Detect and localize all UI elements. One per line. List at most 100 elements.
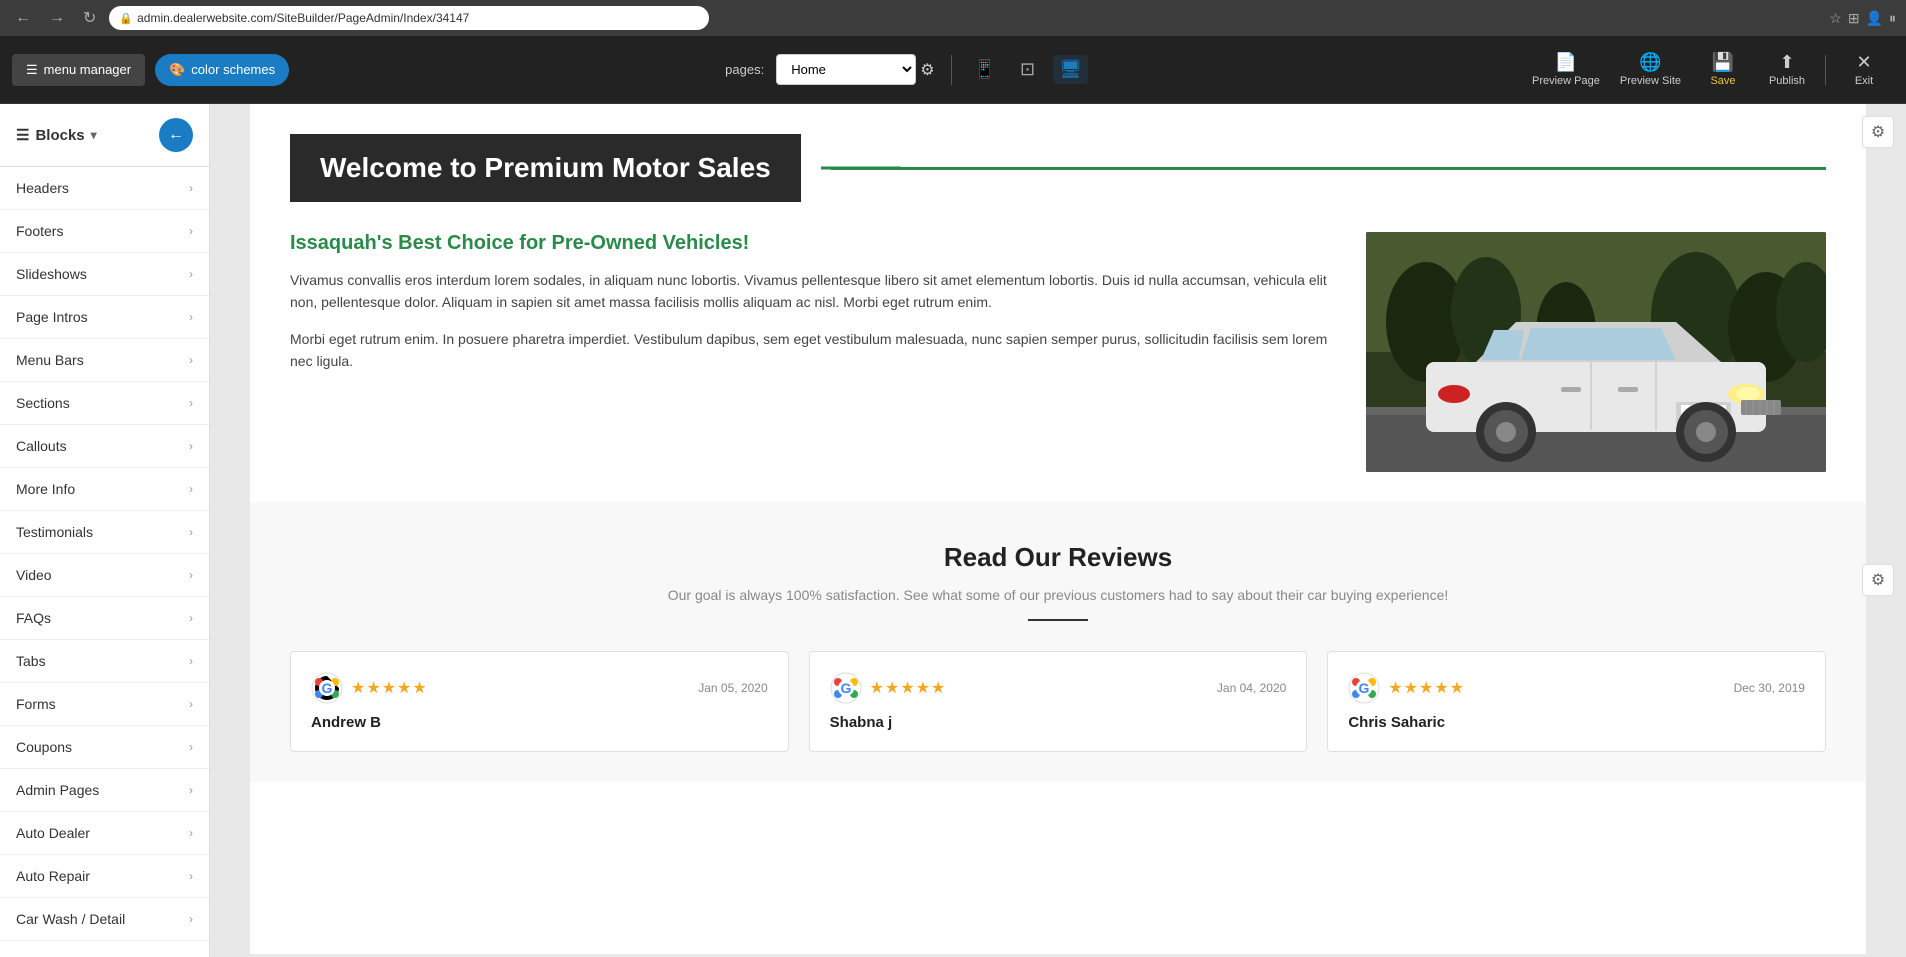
- preview-page-icon: 📄: [1555, 52, 1577, 73]
- sidebar-item-callouts[interactable]: Callouts ›: [0, 425, 209, 468]
- content-settings-button-2[interactable]: ⚙: [1862, 564, 1894, 596]
- chevron-right-icon: ›: [189, 224, 193, 238]
- sidebar-item-label: Auto Dealer: [16, 825, 90, 841]
- sidebar-item-label: Admin Pages: [16, 782, 99, 798]
- svg-text:G: G: [840, 680, 851, 696]
- google-logo-1: G G: [311, 672, 343, 704]
- review-date-2: Jan 04, 2020: [1217, 681, 1286, 695]
- blocks-chevron-icon: ▾: [91, 128, 97, 142]
- pages-label: pages:: [725, 62, 764, 77]
- sidebar-item-auto-body-collision[interactable]: Auto Body / Collision ›: [0, 941, 209, 957]
- sidebar-item-footers[interactable]: Footers ›: [0, 210, 209, 253]
- sidebar-item-more-info[interactable]: More Info ›: [0, 468, 209, 511]
- reviews-divider: [1028, 619, 1088, 621]
- profile-button[interactable]: 👤: [1866, 10, 1883, 27]
- tablet-view-button[interactable]: ⊡: [1014, 55, 1041, 84]
- reviews-section: Read Our Reviews Our goal is always 100%…: [250, 502, 1866, 782]
- toolbar-center: pages: Home ⚙ 📱 ⊡ 🖥: [299, 54, 1514, 85]
- sidebar-item-page-intros[interactable]: Page Intros ›: [0, 296, 209, 339]
- sidebar-item-label: Tabs: [16, 653, 46, 669]
- save-label: Save: [1710, 75, 1735, 87]
- google-logo-2: G: [830, 672, 862, 704]
- sidebar-item-label: FAQs: [16, 610, 51, 626]
- url-text: admin.dealerwebsite.com/SiteBuilder/Page…: [137, 11, 469, 25]
- color-schemes-button[interactable]: 🎨 color schemes: [155, 54, 289, 86]
- separator2: [1825, 55, 1826, 85]
- review-logo-stars-3: G ★★★★★: [1348, 672, 1465, 704]
- extensions-button[interactable]: ⊞: [1848, 10, 1860, 27]
- separator: [951, 55, 952, 85]
- mobile-view-button[interactable]: 📱: [968, 55, 1002, 84]
- browser-chrome: ← → ↻ 🔒 admin.dealerwebsite.com/SiteBuil…: [0, 0, 1906, 36]
- chevron-right-icon: ›: [189, 525, 193, 539]
- blocks-title: ☰ Blocks ▾: [16, 126, 97, 144]
- sidebar-item-coupons[interactable]: Coupons ›: [0, 726, 209, 769]
- sidebar-item-label: Forms: [16, 696, 56, 712]
- sidebar-item-label: Video: [16, 567, 52, 583]
- sidebar-item-label: Car Wash / Detail: [16, 911, 125, 927]
- sidebar-item-menu-bars[interactable]: Menu Bars ›: [0, 339, 209, 382]
- sidebar-item-label: Footers: [16, 223, 63, 239]
- hero-title-bar: Welcome to Premium Motor Sales: [290, 134, 801, 202]
- sidebar-item-forms[interactable]: Forms ›: [0, 683, 209, 726]
- sidebar-item-faqs[interactable]: FAQs ›: [0, 597, 209, 640]
- chevron-right-icon: ›: [189, 181, 193, 195]
- review-header-3: G ★★★★★ Dec 30, 2019: [1348, 672, 1805, 704]
- exit-button[interactable]: ✕ Exit: [1834, 48, 1894, 91]
- sidebar-item-auto-dealer[interactable]: Auto Dealer ›: [0, 812, 209, 855]
- review-card-3: G ★★★★★ Dec 30, 2019 Chris Saharic: [1327, 651, 1826, 752]
- main-layout: ☰ Blocks ▾ ← Headers › Footers › Slidesh…: [0, 104, 1906, 957]
- preview-page-button[interactable]: 📄 Preview Page: [1524, 48, 1608, 91]
- chevron-right-icon: ›: [189, 697, 193, 711]
- chevron-right-icon: ›: [189, 310, 193, 324]
- content-area: ⚙ ⚙ Welcome to Premium Motor Sales Issaq…: [210, 104, 1906, 957]
- sidebar-item-label: Testimonials: [16, 524, 93, 540]
- sidebar-back-button[interactable]: ←: [159, 118, 193, 152]
- editor-toolbar: ☰ menu manager 🎨 color schemes pages: Ho…: [0, 36, 1906, 104]
- chevron-right-icon: ›: [189, 353, 193, 367]
- refresh-nav-button[interactable]: ↻: [78, 6, 101, 30]
- review-header-2: G ★★★★★ Jan 04, 2020: [830, 672, 1287, 704]
- sidebar-item-testimonials[interactable]: Testimonials ›: [0, 511, 209, 554]
- bookmark-button[interactable]: ☆: [1829, 10, 1842, 27]
- preview-site-icon: 🌐: [1639, 52, 1661, 73]
- save-button[interactable]: 💾 Save: [1693, 48, 1753, 91]
- sidebar-item-auto-repair[interactable]: Auto Repair ›: [0, 855, 209, 898]
- page-content: Welcome to Premium Motor Sales Issaquah'…: [250, 104, 1866, 954]
- desktop-view-button[interactable]: 🖥: [1053, 55, 1088, 84]
- google-logo-3: G: [1348, 672, 1380, 704]
- pause-button[interactable]: ⏸: [1889, 10, 1896, 27]
- preview-page-label: Preview Page: [1532, 75, 1600, 87]
- sidebar-item-label: More Info: [16, 481, 75, 497]
- svg-text:G: G: [322, 680, 333, 696]
- hero-text: Issaquah's Best Choice for Pre-Owned Veh…: [290, 232, 1336, 472]
- chevron-right-icon: ›: [189, 826, 193, 840]
- sidebar-item-video[interactable]: Video ›: [0, 554, 209, 597]
- content-settings-button[interactable]: ⚙: [1862, 116, 1894, 148]
- sidebar-item-headers[interactable]: Headers ›: [0, 167, 209, 210]
- menu-manager-button[interactable]: ☰ menu manager: [12, 54, 145, 86]
- preview-site-button[interactable]: 🌐 Preview Site: [1612, 48, 1689, 91]
- pages-settings-button[interactable]: ⚙: [920, 60, 934, 80]
- hero-image-container: 402 KBS: [1366, 232, 1826, 472]
- address-bar[interactable]: 🔒 admin.dealerwebsite.com/SiteBuilder/Pa…: [109, 6, 709, 30]
- sidebar-item-slideshows[interactable]: Slideshows ›: [0, 253, 209, 296]
- reviews-title: Read Our Reviews: [290, 542, 1826, 573]
- hero-car-image: 402 KBS: [1366, 232, 1826, 472]
- pages-dropdown[interactable]: Home: [776, 54, 916, 85]
- sidebar-item-label: Coupons: [16, 739, 72, 755]
- review-card-1: G G ★★★★★: [290, 651, 789, 752]
- publish-button[interactable]: ⬆ Publish: [1757, 48, 1817, 91]
- review-stars-3: ★★★★★: [1388, 678, 1465, 698]
- sidebar-item-tabs[interactable]: Tabs ›: [0, 640, 209, 683]
- forward-nav-button[interactable]: →: [44, 7, 70, 29]
- sidebar-header: ☰ Blocks ▾ ←: [0, 104, 209, 167]
- chevron-right-icon: ›: [189, 869, 193, 883]
- sidebar-item-car-wash-detail[interactable]: Car Wash / Detail ›: [0, 898, 209, 941]
- color-schemes-label: color schemes: [191, 62, 275, 77]
- sidebar-item-label: Auto Repair: [16, 868, 90, 884]
- sidebar-item-admin-pages[interactable]: Admin Pages ›: [0, 769, 209, 812]
- sidebar-item-sections[interactable]: Sections ›: [0, 382, 209, 425]
- publish-label: Publish: [1769, 75, 1805, 87]
- back-nav-button[interactable]: ←: [10, 7, 36, 29]
